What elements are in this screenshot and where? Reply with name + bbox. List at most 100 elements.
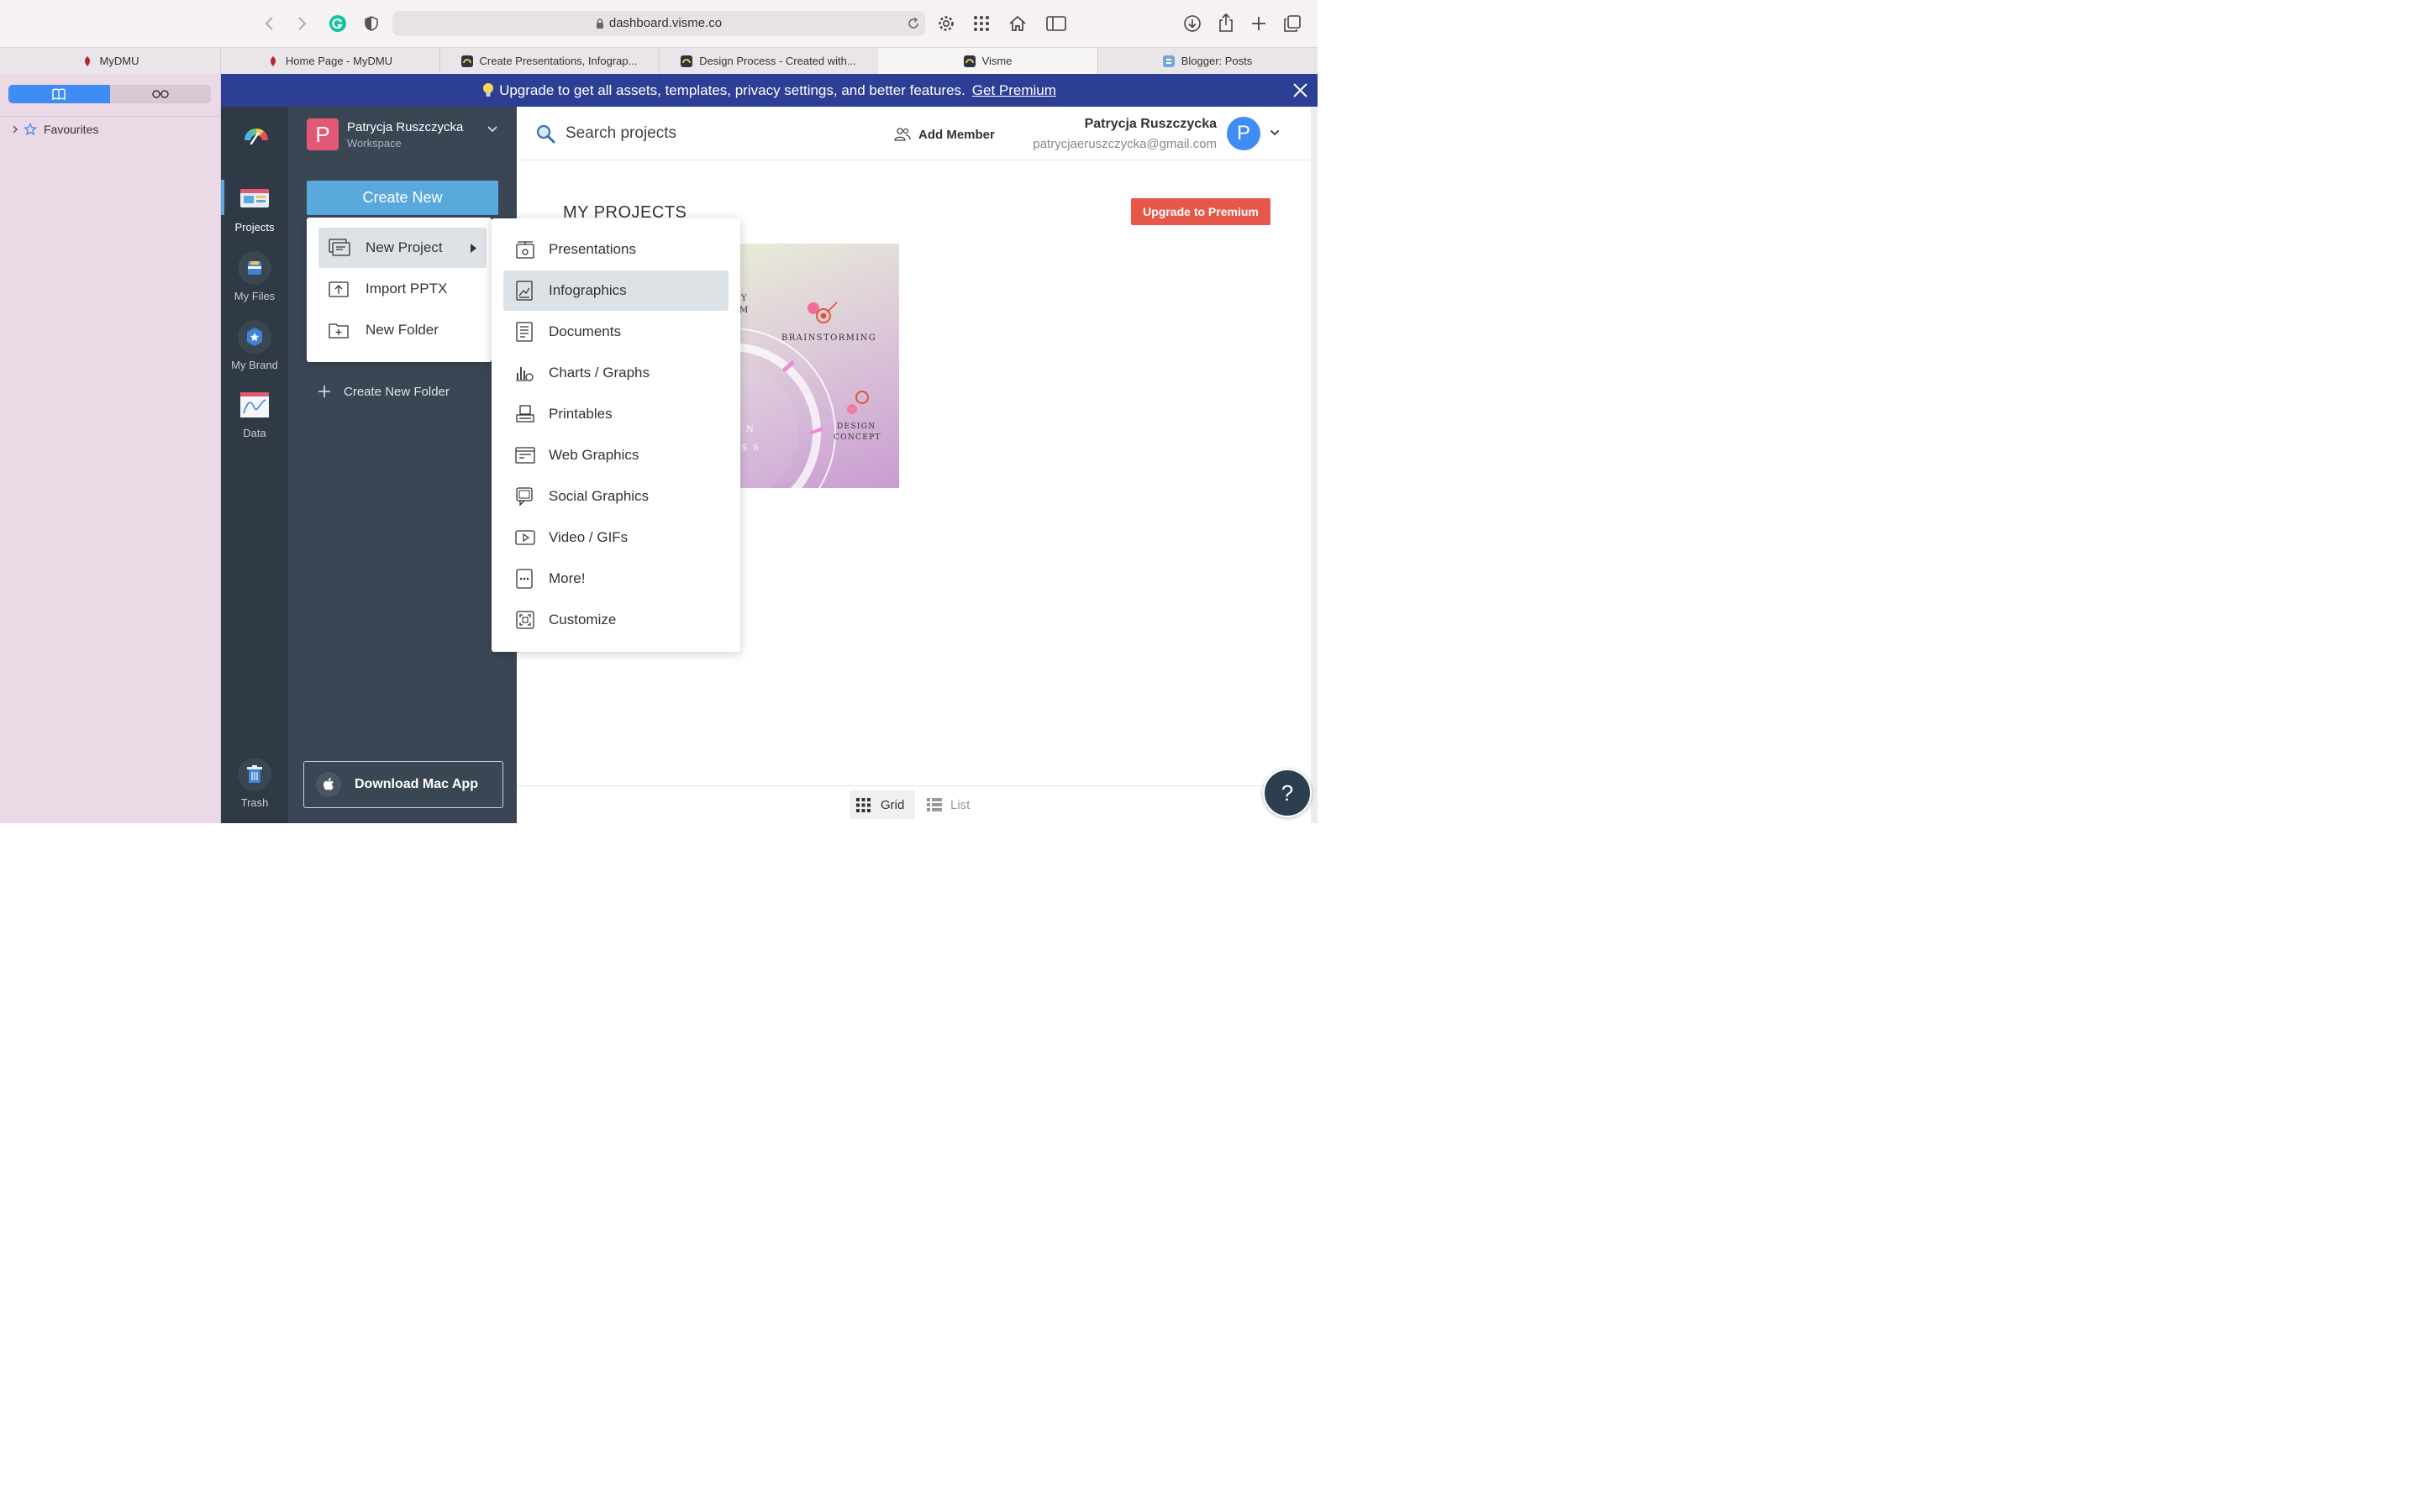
chevron-down-icon bbox=[487, 125, 498, 134]
visme-logo-icon bbox=[681, 55, 693, 67]
banner-text: Upgrade to get all assets, templates, pr… bbox=[499, 81, 965, 98]
printer-icon bbox=[515, 404, 535, 424]
tab-create-presentations[interactable]: Create Presentations, Infograp... bbox=[439, 48, 660, 74]
thumbnail-text-ss: S S bbox=[741, 444, 760, 453]
user-name: Patrycja Ruszczycka bbox=[1084, 117, 1217, 131]
trash-icon bbox=[238, 758, 271, 791]
get-premium-link[interactable]: Get Premium bbox=[972, 82, 1056, 99]
reload-icon[interactable] bbox=[907, 17, 920, 30]
create-new-folder-button[interactable]: Create New Folder bbox=[317, 381, 450, 402]
grammarly-icon[interactable] bbox=[329, 14, 347, 33]
share-icon[interactable] bbox=[1218, 13, 1234, 33]
chevron-down-icon[interactable] bbox=[1270, 129, 1280, 137]
nav-item-my-files[interactable]: My Files bbox=[221, 251, 288, 302]
thumbnail-text-y: Y bbox=[741, 294, 747, 303]
nav-item-trash[interactable]: Trash bbox=[221, 758, 288, 809]
document-icon bbox=[515, 322, 535, 342]
shield-icon[interactable] bbox=[364, 15, 379, 32]
files-icon bbox=[238, 251, 271, 285]
upgrade-banner: Upgrade to get all assets, templates, pr… bbox=[221, 74, 1318, 107]
award-icon bbox=[847, 391, 869, 414]
sidebar-toggle-icon[interactable] bbox=[1046, 15, 1066, 32]
bookmarks-tab[interactable] bbox=[8, 85, 110, 103]
menu-item-printables[interactable]: Printables bbox=[503, 394, 729, 434]
browser-toolbar: dashboard.visme.co bbox=[0, 0, 1318, 47]
presentation-icon bbox=[515, 239, 535, 260]
address-url: dashboard.visme.co bbox=[608, 16, 723, 30]
tab-visme[interactable]: Visme bbox=[878, 48, 1098, 74]
grid-icon bbox=[856, 797, 871, 812]
nav-item-data[interactable]: Data bbox=[221, 388, 288, 439]
visme-logo-icon bbox=[460, 55, 473, 67]
menu-item-customize[interactable]: Customize bbox=[503, 600, 729, 640]
menu-item-documents[interactable]: Documents bbox=[503, 312, 729, 352]
download-icon[interactable] bbox=[1183, 14, 1202, 33]
help-button[interactable]: ? bbox=[1263, 769, 1312, 817]
workspace-subtitle: Workspace bbox=[347, 137, 402, 150]
new-project-icon bbox=[329, 239, 352, 257]
download-mac-app-button[interactable]: Download Mac App bbox=[303, 761, 503, 808]
project-types-menu: Presentations Infographics Documents Cha… bbox=[492, 218, 740, 652]
create-new-menu: New Project Import PPTX New Folder bbox=[307, 218, 492, 362]
tab-home-page-mydmu[interactable]: Home Page - MyDMU bbox=[220, 48, 440, 74]
apps-grid-icon[interactable] bbox=[973, 15, 990, 32]
thumbnail-text-design: DESIGN bbox=[837, 423, 876, 431]
blogger-logo-icon bbox=[1162, 55, 1175, 67]
menu-item-new-folder[interactable]: New Folder bbox=[318, 310, 487, 350]
menu-item-import-pptx[interactable]: Import PPTX bbox=[318, 269, 487, 309]
reading-list-icon[interactable] bbox=[151, 88, 170, 100]
menu-item-new-project[interactable]: New Project bbox=[318, 228, 487, 268]
visme-logo-icon[interactable] bbox=[241, 122, 271, 147]
menu-item-presentations[interactable]: Presentations bbox=[503, 229, 729, 270]
new-tab-icon[interactable] bbox=[1250, 15, 1267, 32]
folder-plus-icon bbox=[329, 322, 352, 339]
workspace-switcher[interactable]: Patrycja Ruszczycka Workspace bbox=[347, 120, 507, 154]
projects-icon bbox=[238, 182, 271, 216]
close-icon[interactable] bbox=[1293, 83, 1307, 97]
chart-hand-icon bbox=[515, 363, 535, 383]
tab-bar: MyDMU Home Page - MyDMU Create Presentat… bbox=[0, 47, 1318, 75]
nav-item-projects[interactable]: Projects bbox=[221, 182, 288, 234]
address-bar[interactable]: dashboard.visme.co bbox=[392, 11, 925, 36]
plus-icon bbox=[317, 384, 332, 399]
home-icon[interactable] bbox=[1008, 14, 1027, 33]
view-grid-button[interactable]: Grid bbox=[850, 790, 915, 819]
favourites-folder[interactable]: Favourites bbox=[12, 121, 98, 138]
mydmu-logo-icon bbox=[267, 55, 279, 67]
view-list-button[interactable]: List bbox=[927, 790, 986, 819]
tab-overview-icon[interactable] bbox=[1283, 14, 1302, 33]
user-email: patrycjaeruszczycka@gmail.com bbox=[1033, 137, 1217, 151]
menu-item-social-graphics[interactable]: Social Graphics bbox=[503, 476, 729, 517]
sidebar-divider bbox=[0, 116, 220, 117]
browser-sidebar: Favourites bbox=[0, 74, 221, 823]
forward-icon[interactable] bbox=[294, 15, 309, 32]
social-graphic-icon bbox=[515, 486, 535, 507]
footer-divider bbox=[517, 785, 1311, 786]
scrollbar[interactable] bbox=[1311, 107, 1318, 823]
list-icon bbox=[927, 798, 942, 811]
more-icon bbox=[515, 569, 535, 589]
nav-item-my-brand[interactable]: My Brand bbox=[221, 320, 288, 371]
add-member-button[interactable]: Add Member bbox=[894, 125, 995, 144]
upgrade-to-premium-button[interactable]: Upgrade to Premium bbox=[1131, 198, 1270, 225]
menu-item-infographics[interactable]: Infographics bbox=[503, 270, 729, 311]
visme-logo-icon bbox=[963, 55, 976, 67]
menu-item-more[interactable]: More! bbox=[503, 559, 729, 599]
search-input[interactable]: Search projects bbox=[566, 124, 676, 143]
workspace-panel: P Patrycja Ruszczycka Workspace Create N… bbox=[288, 107, 517, 823]
menu-item-web-graphics[interactable]: Web Graphics bbox=[503, 435, 729, 475]
menu-item-charts-graphs[interactable]: Charts / Graphs bbox=[503, 353, 729, 393]
menu-item-video-gifs[interactable]: Video / GIFs bbox=[503, 517, 729, 558]
user-avatar[interactable]: P bbox=[1227, 117, 1260, 150]
workspace-avatar: P bbox=[307, 118, 339, 150]
project-thumbnail[interactable]: Y M BRAINSTORMING N S S DESIGN CONCEPT bbox=[739, 244, 899, 488]
lock-icon bbox=[596, 18, 604, 29]
create-new-button[interactable]: Create New bbox=[307, 181, 498, 215]
app-nav: Projects My Files My Brand Data Trash bbox=[221, 107, 288, 823]
back-icon[interactable] bbox=[262, 15, 277, 32]
tab-design-process[interactable]: Design Process - Created with... bbox=[659, 48, 879, 74]
gear-icon[interactable] bbox=[937, 14, 955, 33]
tab-mydmu[interactable]: MyDMU bbox=[0, 48, 221, 74]
sidebar-segmented-control bbox=[8, 85, 211, 103]
tab-blogger-posts[interactable]: Blogger: Posts bbox=[1097, 48, 1318, 74]
